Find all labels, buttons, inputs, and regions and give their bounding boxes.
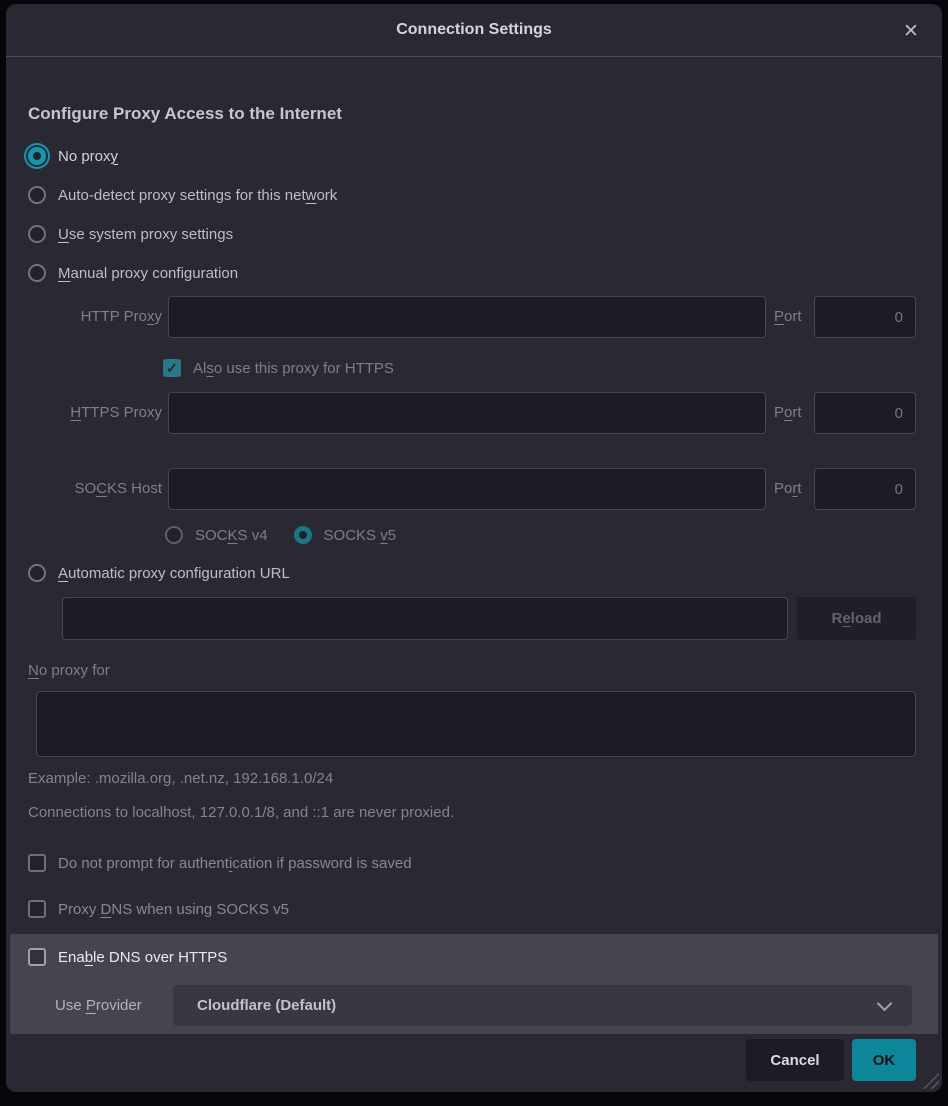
check-icon: ✓ [166, 361, 178, 375]
cancel-button[interactable]: Cancel [746, 1039, 844, 1081]
radio-auto-url[interactable] [28, 564, 46, 582]
https-port-label: Port [774, 392, 810, 434]
http-proxy-input[interactable] [168, 296, 766, 338]
dialog-titlebar: Connection Settings ✕ [6, 4, 942, 57]
radio-row-auto-url[interactable]: Automatic proxy configuration URL [28, 562, 290, 584]
radio-manual-proxy[interactable] [28, 264, 46, 282]
socks-port-label: Port [774, 468, 810, 510]
proxy-dns-label: Proxy DNS when using SOCKS v5 [58, 901, 289, 918]
doh-section: ✓ Enable DNS over HTTPS Use Provider Clo… [10, 934, 938, 1034]
no-proxy-for-label: No proxy for [28, 662, 110, 679]
radio-row-manual-proxy[interactable]: Manual proxy configuration [28, 262, 238, 284]
radio-socks-v5[interactable] [294, 526, 312, 544]
use-provider-label: Use Provider [55, 985, 142, 1026]
also-https-label: Also use this proxy for HTTPS [193, 360, 394, 377]
https-proxy-input[interactable] [168, 392, 766, 434]
http-proxy-label: HTTP Proxy [28, 296, 162, 338]
radio-label: Auto-detect proxy settings for this netw… [58, 187, 337, 204]
radio-label: No proxy [58, 148, 118, 165]
socks-version-row: SOCKS v4 SOCKS v5 [165, 524, 396, 546]
enable-doh-row[interactable]: ✓ Enable DNS over HTTPS [28, 946, 227, 968]
socks-port-input[interactable] [814, 468, 916, 510]
enable-doh-label: Enable DNS over HTTPS [58, 949, 227, 966]
radio-auto-detect[interactable] [28, 186, 46, 204]
dialog-title: Connection Settings [396, 21, 552, 39]
ok-button[interactable]: OK [852, 1039, 916, 1081]
radio-system-proxy[interactable] [28, 225, 46, 243]
radio-row-no-proxy[interactable]: No proxy [28, 145, 118, 167]
radio-socks-v4[interactable] [165, 526, 183, 544]
no-prompt-auth-checkbox[interactable]: ✓ [28, 854, 46, 872]
auto-url-label: Automatic proxy configuration URL [58, 565, 290, 582]
reload-button[interactable]: Reload [797, 597, 916, 640]
chevron-down-icon [877, 996, 893, 1012]
connection-settings-dialog: Connection Settings ✕ Configure Proxy Ac… [6, 4, 942, 1092]
no-prompt-auth-row[interactable]: ✓ Do not prompt for authentication if pa… [28, 852, 412, 874]
socks-v4-label: SOCKS v4 [195, 527, 268, 544]
also-https-row[interactable]: ✓ Also use this proxy for HTTPS [163, 357, 394, 379]
https-proxy-label: HTTPS Proxy [28, 392, 162, 434]
socks-v5-option[interactable]: SOCKS v5 [294, 526, 397, 544]
proxy-dns-checkbox[interactable]: ✓ [28, 900, 46, 918]
radio-no-proxy[interactable] [28, 147, 46, 165]
socks-v5-label: SOCKS v5 [324, 527, 397, 544]
radio-row-system-proxy[interactable]: Use system proxy settings [28, 223, 233, 245]
no-proxy-for-textarea[interactable] [36, 691, 916, 757]
http-port-label: Port [774, 296, 810, 338]
resize-grip-icon[interactable] [923, 1073, 939, 1089]
enable-doh-checkbox[interactable]: ✓ [28, 948, 46, 966]
socks-host-input[interactable] [168, 468, 766, 510]
page-title: Configure Proxy Access to the Internet [28, 104, 342, 124]
no-prompt-auth-label: Do not prompt for authentication if pass… [58, 855, 412, 872]
screen: Connection Settings ✕ Configure Proxy Ac… [0, 0, 948, 1106]
socks-v4-option[interactable]: SOCKS v4 [165, 526, 268, 544]
close-button[interactable]: ✕ [898, 18, 924, 44]
also-https-checkbox[interactable]: ✓ [163, 359, 181, 377]
provider-selected-value: Cloudflare (Default) [197, 997, 336, 1014]
no-proxy-example-text: Example: .mozilla.org, .net.nz, 192.168.… [28, 770, 333, 787]
socks-host-label: SOCKS Host [28, 468, 162, 510]
provider-select[interactable]: Cloudflare (Default) [173, 985, 912, 1026]
proxy-dns-row[interactable]: ✓ Proxy DNS when using SOCKS v5 [28, 898, 289, 920]
localhost-note-text: Connections to localhost, 127.0.0.1/8, a… [28, 804, 454, 821]
https-port-input[interactable] [814, 392, 916, 434]
auto-url-input[interactable] [62, 597, 788, 640]
radio-label: Use system proxy settings [58, 226, 233, 243]
radio-row-auto-detect[interactable]: Auto-detect proxy settings for this netw… [28, 184, 337, 206]
http-port-input[interactable] [814, 296, 916, 338]
radio-label: Manual proxy configuration [58, 265, 238, 282]
close-icon: ✕ [903, 20, 919, 43]
